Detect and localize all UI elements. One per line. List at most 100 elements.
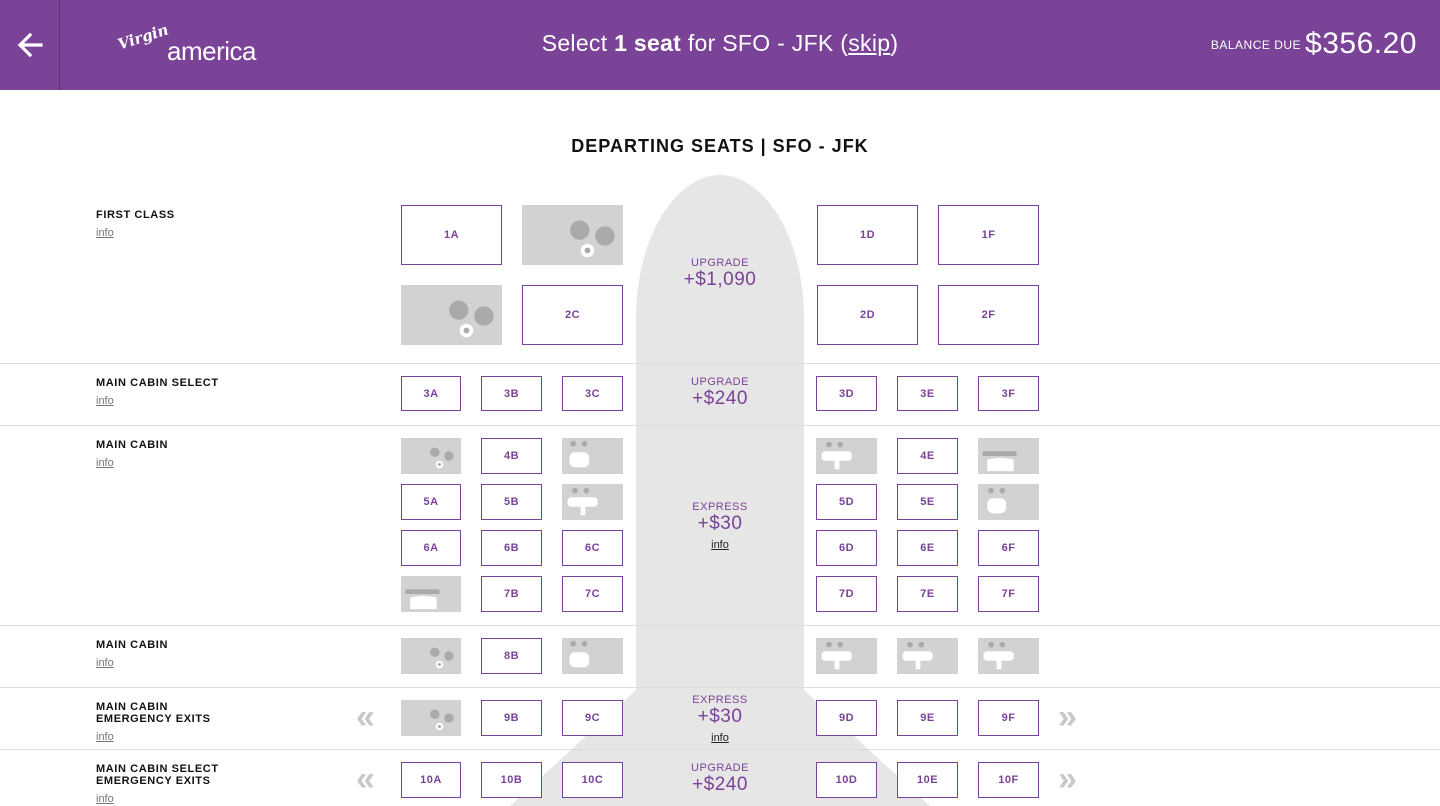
seat-4C-occupied — [562, 438, 623, 474]
seat-8E-occupied — [897, 638, 958, 674]
row-info-link[interactable]: info — [96, 395, 114, 407]
row-info-link[interactable]: info — [96, 227, 114, 239]
seat-10F[interactable]: 10F — [978, 762, 1039, 798]
seat-8B[interactable]: 8B — [481, 638, 542, 674]
row-info-link[interactable]: info — [96, 657, 114, 669]
seat-2F[interactable]: 2F — [938, 285, 1039, 345]
balance-amount: $356.20 — [1305, 27, 1417, 60]
seat-9D[interactable]: 9D — [816, 700, 877, 736]
row-info-link[interactable]: info — [96, 457, 114, 469]
seat-4D-occupied — [816, 438, 877, 474]
section-divider — [0, 363, 1440, 364]
seat-7C[interactable]: 7C — [562, 576, 623, 612]
seat-7D[interactable]: 7D — [816, 576, 877, 612]
seat-10B[interactable]: 10B — [481, 762, 542, 798]
double-chevron-right-icon[interactable]: » — [1058, 700, 1077, 734]
seat-1F[interactable]: 1F — [938, 205, 1039, 265]
price-first-class: UPGRADE +$1,090 — [640, 257, 800, 291]
occupied-face-icon — [821, 641, 852, 670]
price-amount: +$1,090 — [683, 269, 757, 290]
price-info-link[interactable]: info — [711, 732, 729, 744]
row-name: MAIN CABIN SELECT — [96, 377, 219, 389]
occupied-face-icon — [569, 440, 590, 468]
seat-3E[interactable]: 3E — [897, 376, 958, 411]
seat-2D[interactable]: 2D — [817, 285, 918, 345]
seat-3B[interactable]: 3B — [481, 376, 542, 411]
seat-10C[interactable]: 10C — [562, 762, 623, 798]
occupied-face-icon — [902, 641, 933, 670]
price-kind: UPGRADE — [691, 762, 749, 774]
seat-5F-occupied — [978, 484, 1039, 520]
seat-5C-occupied — [562, 484, 623, 520]
title-prefix: Select — [541, 30, 615, 56]
seat-6E[interactable]: 6E — [897, 530, 958, 566]
row-label-main-cabin-select: MAIN CABIN SELECT info — [96, 377, 219, 409]
section-divider — [0, 687, 1440, 688]
seat-5B[interactable]: 5B — [481, 484, 542, 520]
occupied-seat-icon — [430, 647, 454, 669]
seat-8D-occupied — [816, 638, 877, 674]
seat-3D[interactable]: 3D — [816, 376, 877, 411]
price-amount: +$240 — [692, 774, 748, 795]
double-chevron-right-icon[interactable]: » — [1058, 762, 1077, 796]
seat-9B[interactable]: 9B — [481, 700, 542, 736]
seat-9F[interactable]: 9F — [978, 700, 1039, 736]
balance-label: BALANCE DUE — [1210, 38, 1302, 52]
seat-6C[interactable]: 6C — [562, 530, 623, 566]
price-main-cabin-select: UPGRADE +$240 — [640, 376, 800, 410]
seat-4E[interactable]: 4E — [897, 438, 958, 474]
double-chevron-left-icon[interactable]: « — [356, 762, 375, 796]
occupied-face-icon — [983, 641, 1014, 670]
row-info-link[interactable]: info — [96, 731, 114, 743]
seat-6F[interactable]: 6F — [978, 530, 1039, 566]
row-name: MAIN CABIN — [96, 639, 168, 651]
seat-2A-occupied — [401, 285, 502, 345]
seat-7B[interactable]: 7B — [481, 576, 542, 612]
seat-5A[interactable]: 5A — [401, 484, 461, 520]
seat-6D[interactable]: 6D — [816, 530, 877, 566]
seat-3C[interactable]: 3C — [562, 376, 623, 411]
seat-6A[interactable]: 6A — [401, 530, 461, 566]
row-info-link[interactable]: info — [96, 793, 114, 805]
seat-4F-occupied — [978, 438, 1039, 474]
price-kind: EXPRESS — [692, 694, 748, 706]
seat-4A-occupied — [401, 438, 461, 474]
seat-8A-occupied — [401, 638, 461, 674]
top-header: Virgin america Select 1 seat for SFO - J… — [0, 0, 1440, 90]
seat-9C[interactable]: 9C — [562, 700, 623, 736]
seat-5E[interactable]: 5E — [897, 484, 958, 520]
seat-1A[interactable]: 1A — [401, 205, 502, 265]
seat-10A[interactable]: 10A — [401, 762, 461, 798]
occupied-face-icon — [567, 487, 598, 516]
skip-link[interactable]: skip — [848, 30, 890, 56]
price-express: EXPRESS +$30 info — [640, 501, 800, 553]
price-amount: +$30 — [697, 706, 743, 727]
seat-2C[interactable]: 2C — [522, 285, 623, 345]
double-chevron-left-icon[interactable]: « — [356, 700, 375, 734]
price-amount: +$30 — [697, 513, 743, 534]
row-label-main-cabin-2: MAIN CABIN info — [96, 639, 168, 671]
seat-5D[interactable]: 5D — [816, 484, 877, 520]
seat-9E[interactable]: 9E — [897, 700, 958, 736]
seat-3F[interactable]: 3F — [978, 376, 1039, 411]
row-label-main-cabin-select-exits: MAIN CABIN SELECT EMERGENCY EXITS info — [96, 763, 219, 806]
seat-6B[interactable]: 6B — [481, 530, 542, 566]
occupied-seat-icon — [430, 709, 454, 731]
seat-4B[interactable]: 4B — [481, 438, 542, 474]
seat-10E[interactable]: 10E — [897, 762, 958, 798]
row-name: MAIN CABIN — [96, 439, 168, 451]
price-select-exits: UPGRADE +$240 — [640, 762, 800, 796]
seat-3A[interactable]: 3A — [401, 376, 461, 411]
balance-due: BALANCE DUE $356.20 — [1211, 27, 1417, 61]
price-kind: UPGRADE — [691, 376, 749, 388]
seat-7E[interactable]: 7E — [897, 576, 958, 612]
seat-10D[interactable]: 10D — [816, 762, 877, 798]
row-name-line2: EMERGENCY EXITS — [96, 713, 211, 725]
seat-7F[interactable]: 7F — [978, 576, 1039, 612]
seat-8C-occupied — [562, 638, 623, 674]
price-info-link[interactable]: info — [711, 539, 729, 551]
row-name: MAIN CABIN SELECT — [96, 763, 219, 775]
occupied-seat-icon — [570, 220, 615, 258]
occupied-face-icon — [987, 487, 1007, 514]
seat-1D[interactable]: 1D — [817, 205, 918, 265]
